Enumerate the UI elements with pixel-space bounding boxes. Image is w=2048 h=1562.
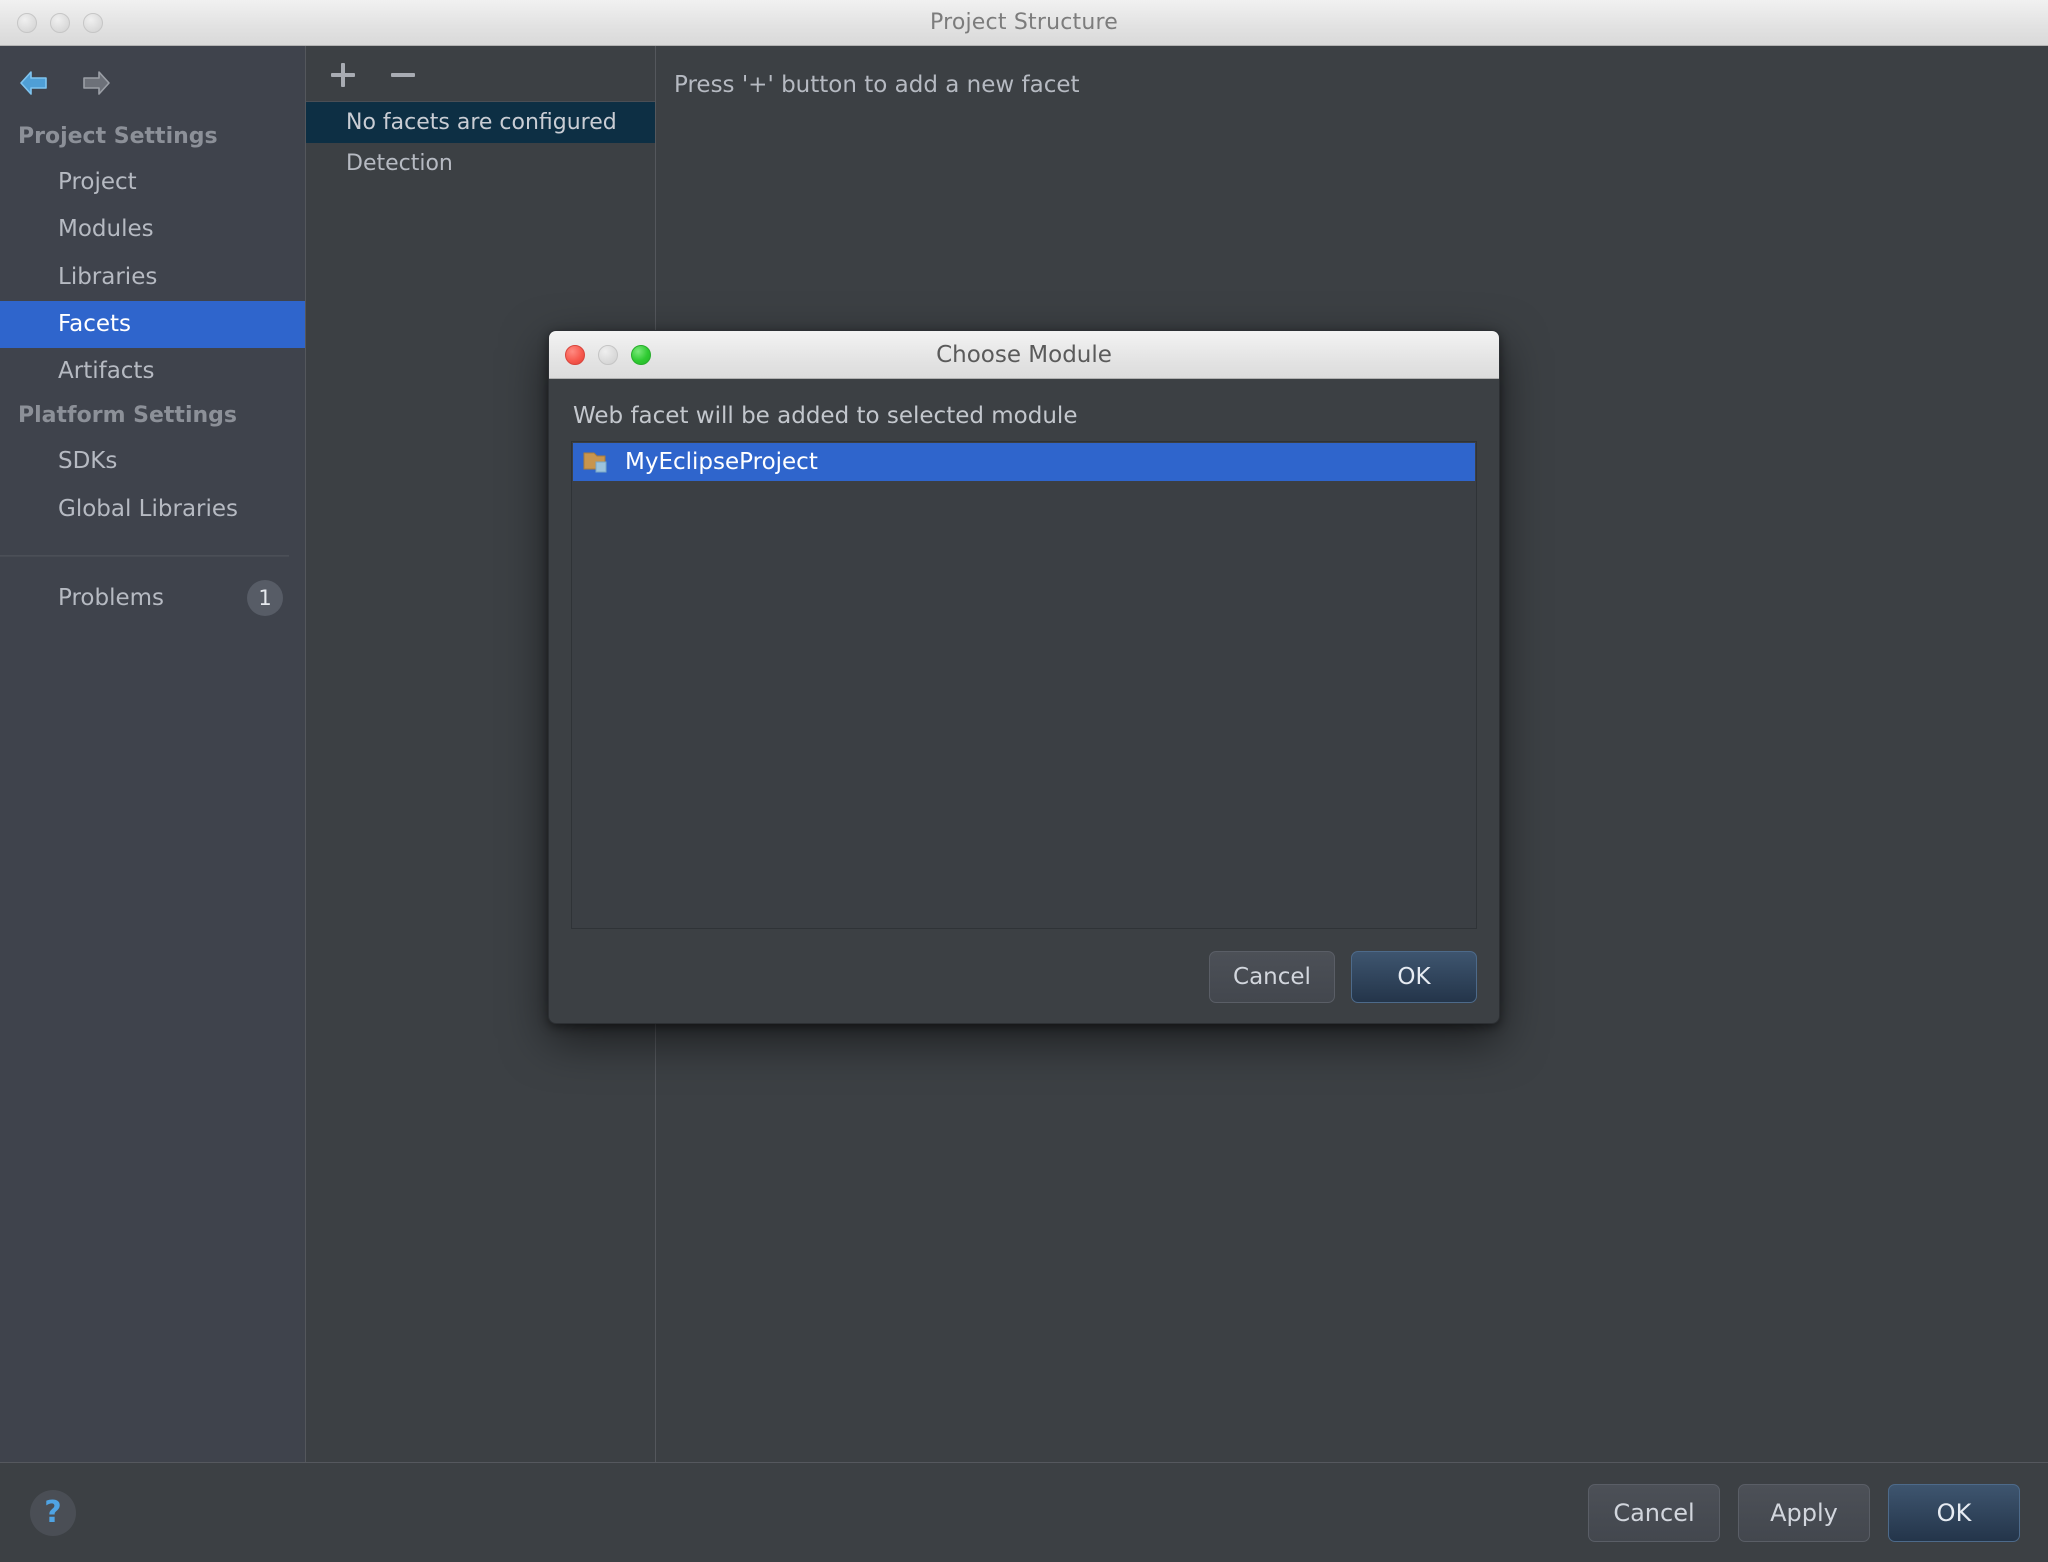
module-list-item[interactable]: MyEclipseProject [573,443,1475,481]
dialog-body: Web facet will be added to selected modu… [549,379,1499,1023]
dialog-title: Choose Module [936,341,1112,368]
bottom-button-row: Cancel Apply OK [1588,1483,2020,1542]
ok-button[interactable]: OK [1888,1483,2020,1542]
window-titlebar: Project Structure [0,0,2048,46]
dialog-cancel-button[interactable]: Cancel [1209,951,1335,1003]
project-structure-window: Project Structure Project Settings Proje… [0,0,2048,1562]
window-title: Project Structure [929,10,1118,35]
dialog-button-row: Cancel OK [571,929,1477,1003]
modal-overlay: Choose Module Web facet will be added to… [0,46,2048,1462]
module-folder-icon [583,449,613,475]
choose-module-dialog: Choose Module Web facet will be added to… [548,330,1500,1024]
window-body: Project Settings Project Modules Librari… [0,46,2048,1462]
module-name-label: MyEclipseProject [625,449,818,475]
window-bottom-bar: ? Cancel Apply OK [0,1462,2048,1562]
module-list[interactable]: MyEclipseProject [571,441,1477,929]
apply-button[interactable]: Apply [1738,1483,1870,1542]
dialog-titlebar: Choose Module [549,331,1499,379]
cancel-button[interactable]: Cancel [1588,1483,1720,1542]
dialog-ok-button[interactable]: OK [1351,951,1477,1003]
help-button[interactable]: ? [30,1489,76,1536]
dialog-prompt-text: Web facet will be added to selected modu… [573,403,1078,429]
